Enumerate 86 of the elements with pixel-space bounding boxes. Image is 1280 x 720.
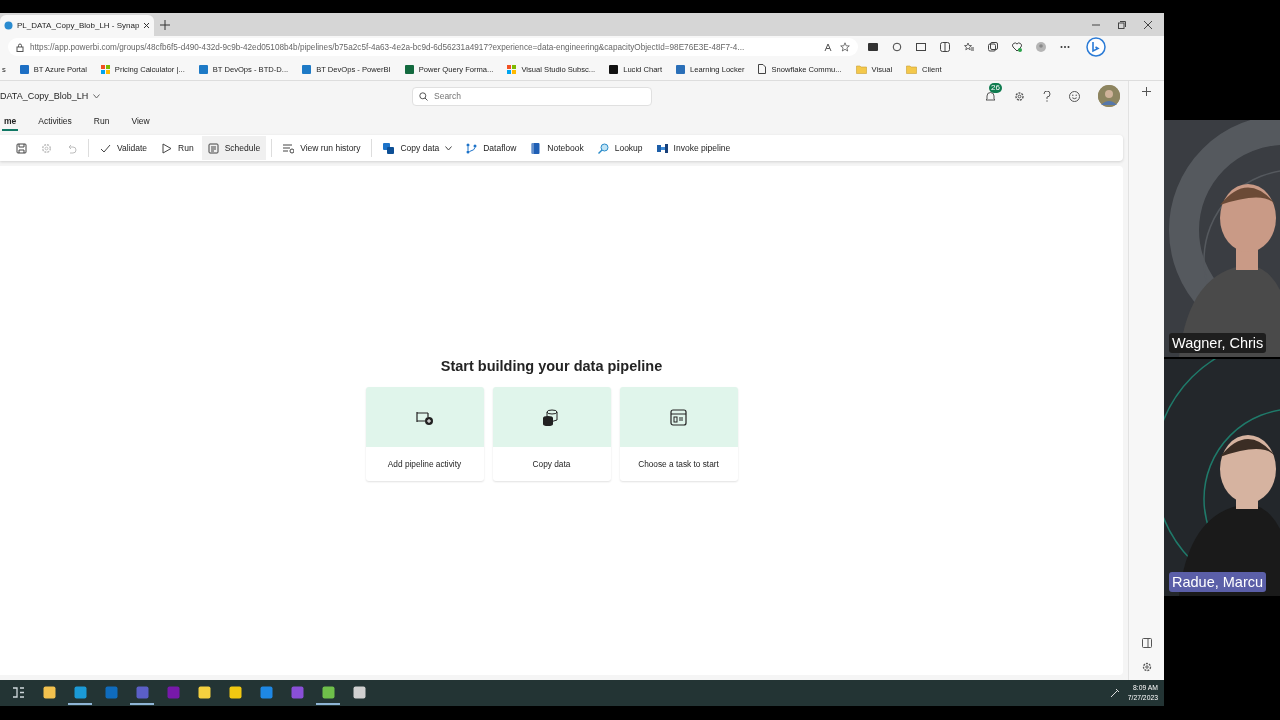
tiles-icon: [507, 64, 517, 74]
participant-name: Wagner, Chris: [1169, 333, 1267, 353]
page-icon: [758, 64, 767, 74]
app-icon: [4, 21, 13, 30]
toolbar-button[interactable]: Run: [155, 136, 200, 160]
square-icon: [676, 64, 685, 74]
browser-tab[interactable]: PL_DATA_Copy_Blob_LH - Synap: [0, 15, 155, 36]
app-icon: [259, 685, 273, 699]
sidebar-icon[interactable]: [1141, 638, 1152, 648]
toolbar-button[interactable]: Validate: [94, 136, 154, 160]
task-card[interactable]: Choose a task to start: [619, 387, 738, 481]
pen-icon[interactable]: [1109, 688, 1120, 698]
list-icon: [283, 142, 295, 154]
toolbar-button[interactable]: Notebook: [524, 136, 590, 160]
square-icon: [198, 64, 208, 74]
square-icon: [302, 64, 312, 74]
play-icon: [161, 142, 173, 154]
restore-icon[interactable]: [1118, 20, 1126, 29]
notebook-icon: [530, 142, 542, 154]
copy-icon: [383, 142, 395, 154]
task-view-icon: [11, 685, 25, 699]
app-icon: [352, 685, 366, 699]
toolbar-button[interactable]: Dataflow: [460, 136, 523, 160]
lock-icon: [16, 42, 24, 52]
search-icon: [419, 91, 428, 101]
settings-icon[interactable]: [1014, 90, 1025, 102]
heart-icon[interactable]: [1012, 42, 1022, 52]
avatar-icon[interactable]: [1098, 85, 1120, 107]
toolbar-button[interactable]: Copy data: [377, 136, 459, 160]
toolbar-button[interactable]: Invoke pipeline: [650, 136, 737, 160]
save-icon[interactable]: [16, 142, 27, 154]
search-field[interactable]: Search: [412, 86, 652, 106]
calendar-icon: [207, 142, 219, 154]
add-icon[interactable]: [1142, 87, 1151, 96]
cast-icon[interactable]: [916, 42, 926, 52]
toolbar-button[interactable]: Schedule: [201, 136, 267, 160]
app-icon: [321, 685, 335, 699]
bell-icon[interactable]: [985, 90, 996, 102]
check-icon: [100, 142, 111, 154]
app-icon: [228, 685, 242, 699]
app-icon: [104, 685, 118, 699]
app-icon: [197, 685, 211, 699]
app-icon: [42, 685, 56, 699]
folder-icon: [855, 64, 867, 74]
collections-icon[interactable]: [988, 42, 998, 52]
ribbon-tab[interactable]: Activities: [36, 113, 74, 131]
profile-icon[interactable]: [1036, 42, 1046, 52]
search-icon: [597, 142, 609, 154]
pipeline-title[interactable]: DATA_Copy_Blob_LH: [0, 91, 89, 101]
bing-icon[interactable]: [1086, 37, 1106, 57]
toolbar-button[interactable]: View run history: [277, 136, 367, 160]
read-aloud-icon[interactable]: [824, 42, 834, 52]
app-icon: [135, 685, 149, 699]
help-icon[interactable]: [1043, 90, 1051, 102]
smiley-icon[interactable]: [1069, 90, 1080, 102]
folder-icon: [906, 64, 918, 74]
close-icon[interactable]: [143, 22, 151, 29]
branch-icon: [466, 142, 478, 154]
form-icon: [669, 407, 688, 427]
square-icon: [404, 64, 414, 74]
task-card[interactable]: Copy data: [492, 387, 611, 481]
task-card[interactable]: Add pipeline activity: [365, 387, 484, 481]
ribbon-tab[interactable]: View: [129, 113, 152, 131]
app-icon: [166, 685, 180, 699]
chevron-down-icon[interactable]: [93, 93, 101, 99]
app-icon: [290, 685, 304, 699]
new-tab-icon[interactable]: [160, 19, 171, 30]
favorites-icon[interactable]: [964, 42, 974, 52]
ribbon-tab[interactable]: Run: [91, 113, 112, 131]
notification-count: 26: [989, 82, 1002, 93]
toolbar-button[interactable]: Lookup: [591, 136, 649, 160]
square-icon: [19, 64, 29, 74]
pipeline-icon: [656, 142, 668, 154]
address-bar[interactable]: https://app.powerbi.com/groups/48cfb6f5-d490-432d-9c9b-42ed05108b4b/pipelines/b75a2c5f-4a63-4e2a-bc9d-6d56231a4917?experience=data-engineering&capacityObjectId=98E76E3E-48F7-4...: [8, 38, 858, 56]
extension-icon[interactable]: [868, 42, 878, 52]
canvas-heading: Start building your data pipeline: [440, 358, 663, 374]
settings-icon[interactable]: [1141, 662, 1152, 672]
app-icon: [73, 685, 87, 699]
close-icon[interactable]: [1144, 20, 1152, 29]
participant-name: Radue, Marcu: [1169, 572, 1267, 592]
database-icon: [542, 407, 561, 427]
square-icon: [609, 64, 619, 74]
ribbon-tab[interactable]: me: [2, 113, 19, 131]
split-screen-icon[interactable]: [940, 42, 950, 52]
star-icon[interactable]: [840, 42, 850, 52]
tiles-icon: [100, 64, 110, 74]
